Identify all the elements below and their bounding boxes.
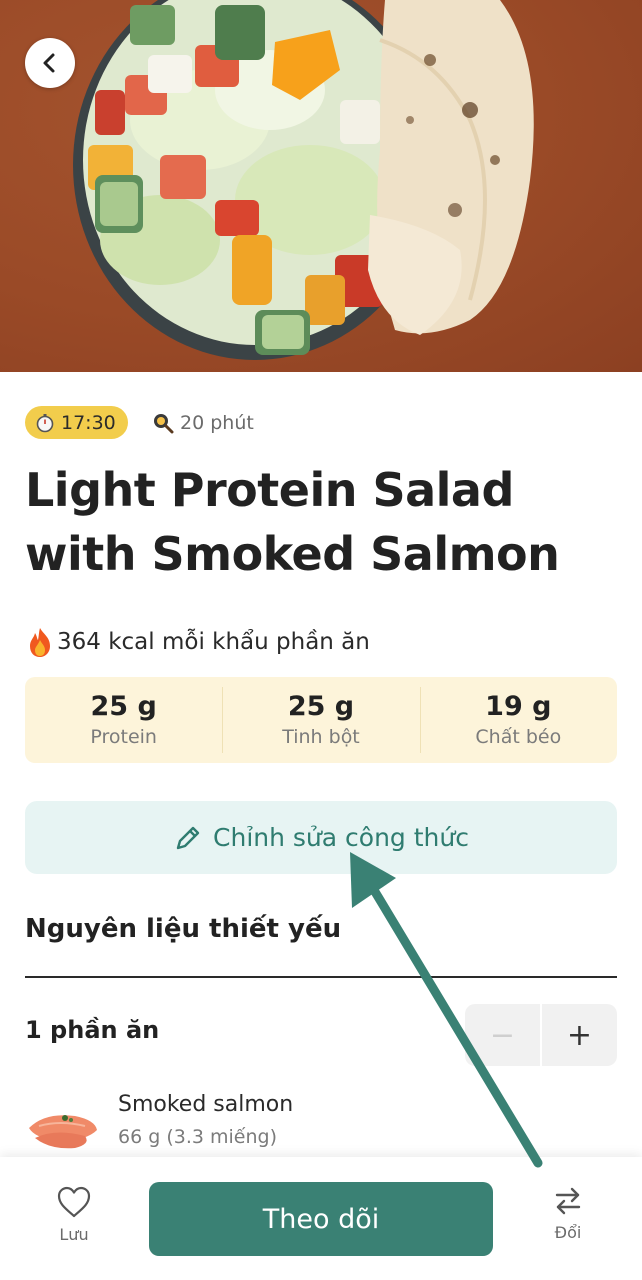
macro-label: Protein bbox=[90, 726, 157, 748]
recipe-title: Light Protein Salad with Smoked Salmon bbox=[25, 463, 560, 581]
increase-servings-button[interactable]: + bbox=[542, 1004, 617, 1066]
ingredient-name: Smoked salmon bbox=[118, 1092, 294, 1117]
back-button[interactable] bbox=[25, 38, 75, 88]
heart-icon bbox=[57, 1186, 91, 1218]
calories-text: 364 kcal mỗi khẩu phần ăn bbox=[57, 629, 370, 655]
follow-button[interactable]: Theo dõi bbox=[149, 1182, 493, 1256]
macro-value: 25 g bbox=[90, 691, 157, 722]
swap-button[interactable]: Đổi bbox=[534, 1185, 602, 1242]
chevron-left-icon bbox=[43, 53, 55, 73]
meal-time-badge: 17:30 bbox=[25, 406, 128, 439]
macro-protein: 25 g Protein bbox=[25, 677, 222, 763]
stopwatch-icon bbox=[36, 413, 54, 432]
calories-line: 364 kcal mỗi khẩu phần ăn bbox=[25, 626, 370, 658]
macro-label: Tinh bột bbox=[282, 726, 360, 748]
smoked-salmon-image bbox=[29, 1115, 97, 1149]
swap-arrows-icon bbox=[555, 1187, 581, 1215]
pencil-icon bbox=[176, 826, 200, 849]
decrease-servings-button[interactable]: − bbox=[465, 1004, 540, 1066]
save-label: Lưu bbox=[59, 1225, 89, 1244]
macros-panel: 25 g Protein 25 g Tinh bột 19 g Chất béo bbox=[25, 677, 617, 763]
macro-label: Chất béo bbox=[475, 726, 562, 748]
ingredients-heading: Nguyên liệu thiết yếu bbox=[25, 914, 342, 944]
edit-recipe-label: Chỉnh sửa công thức bbox=[213, 823, 469, 852]
recipe-hero-image bbox=[0, 0, 642, 372]
macro-carbs: 25 g Tinh bột bbox=[222, 677, 419, 763]
cook-duration-text: 20 phút bbox=[180, 411, 254, 434]
cook-duration: 20 phút bbox=[152, 406, 254, 439]
edit-recipe-button[interactable]: Chỉnh sửa công thức bbox=[25, 801, 617, 874]
section-divider bbox=[25, 976, 617, 978]
frying-pan-icon bbox=[154, 413, 174, 433]
servings-stepper: − + bbox=[465, 1004, 617, 1066]
meal-time: 17:30 bbox=[61, 411, 116, 434]
ingredient-quantity: 66 g (3.3 miếng) bbox=[118, 1126, 277, 1148]
fire-icon bbox=[30, 628, 50, 657]
save-button[interactable]: Lưu bbox=[40, 1185, 108, 1244]
salad-illustration bbox=[73, 0, 534, 360]
bottom-action-bar: Lưu Theo dõi Đổi bbox=[0, 1157, 642, 1280]
servings-label: 1 phần ăn bbox=[25, 1016, 160, 1044]
macro-value: 25 g bbox=[287, 691, 355, 722]
swap-label: Đổi bbox=[554, 1223, 582, 1242]
macro-fat: 19 g Chất béo bbox=[419, 677, 617, 763]
macro-value: 19 g bbox=[485, 691, 552, 722]
